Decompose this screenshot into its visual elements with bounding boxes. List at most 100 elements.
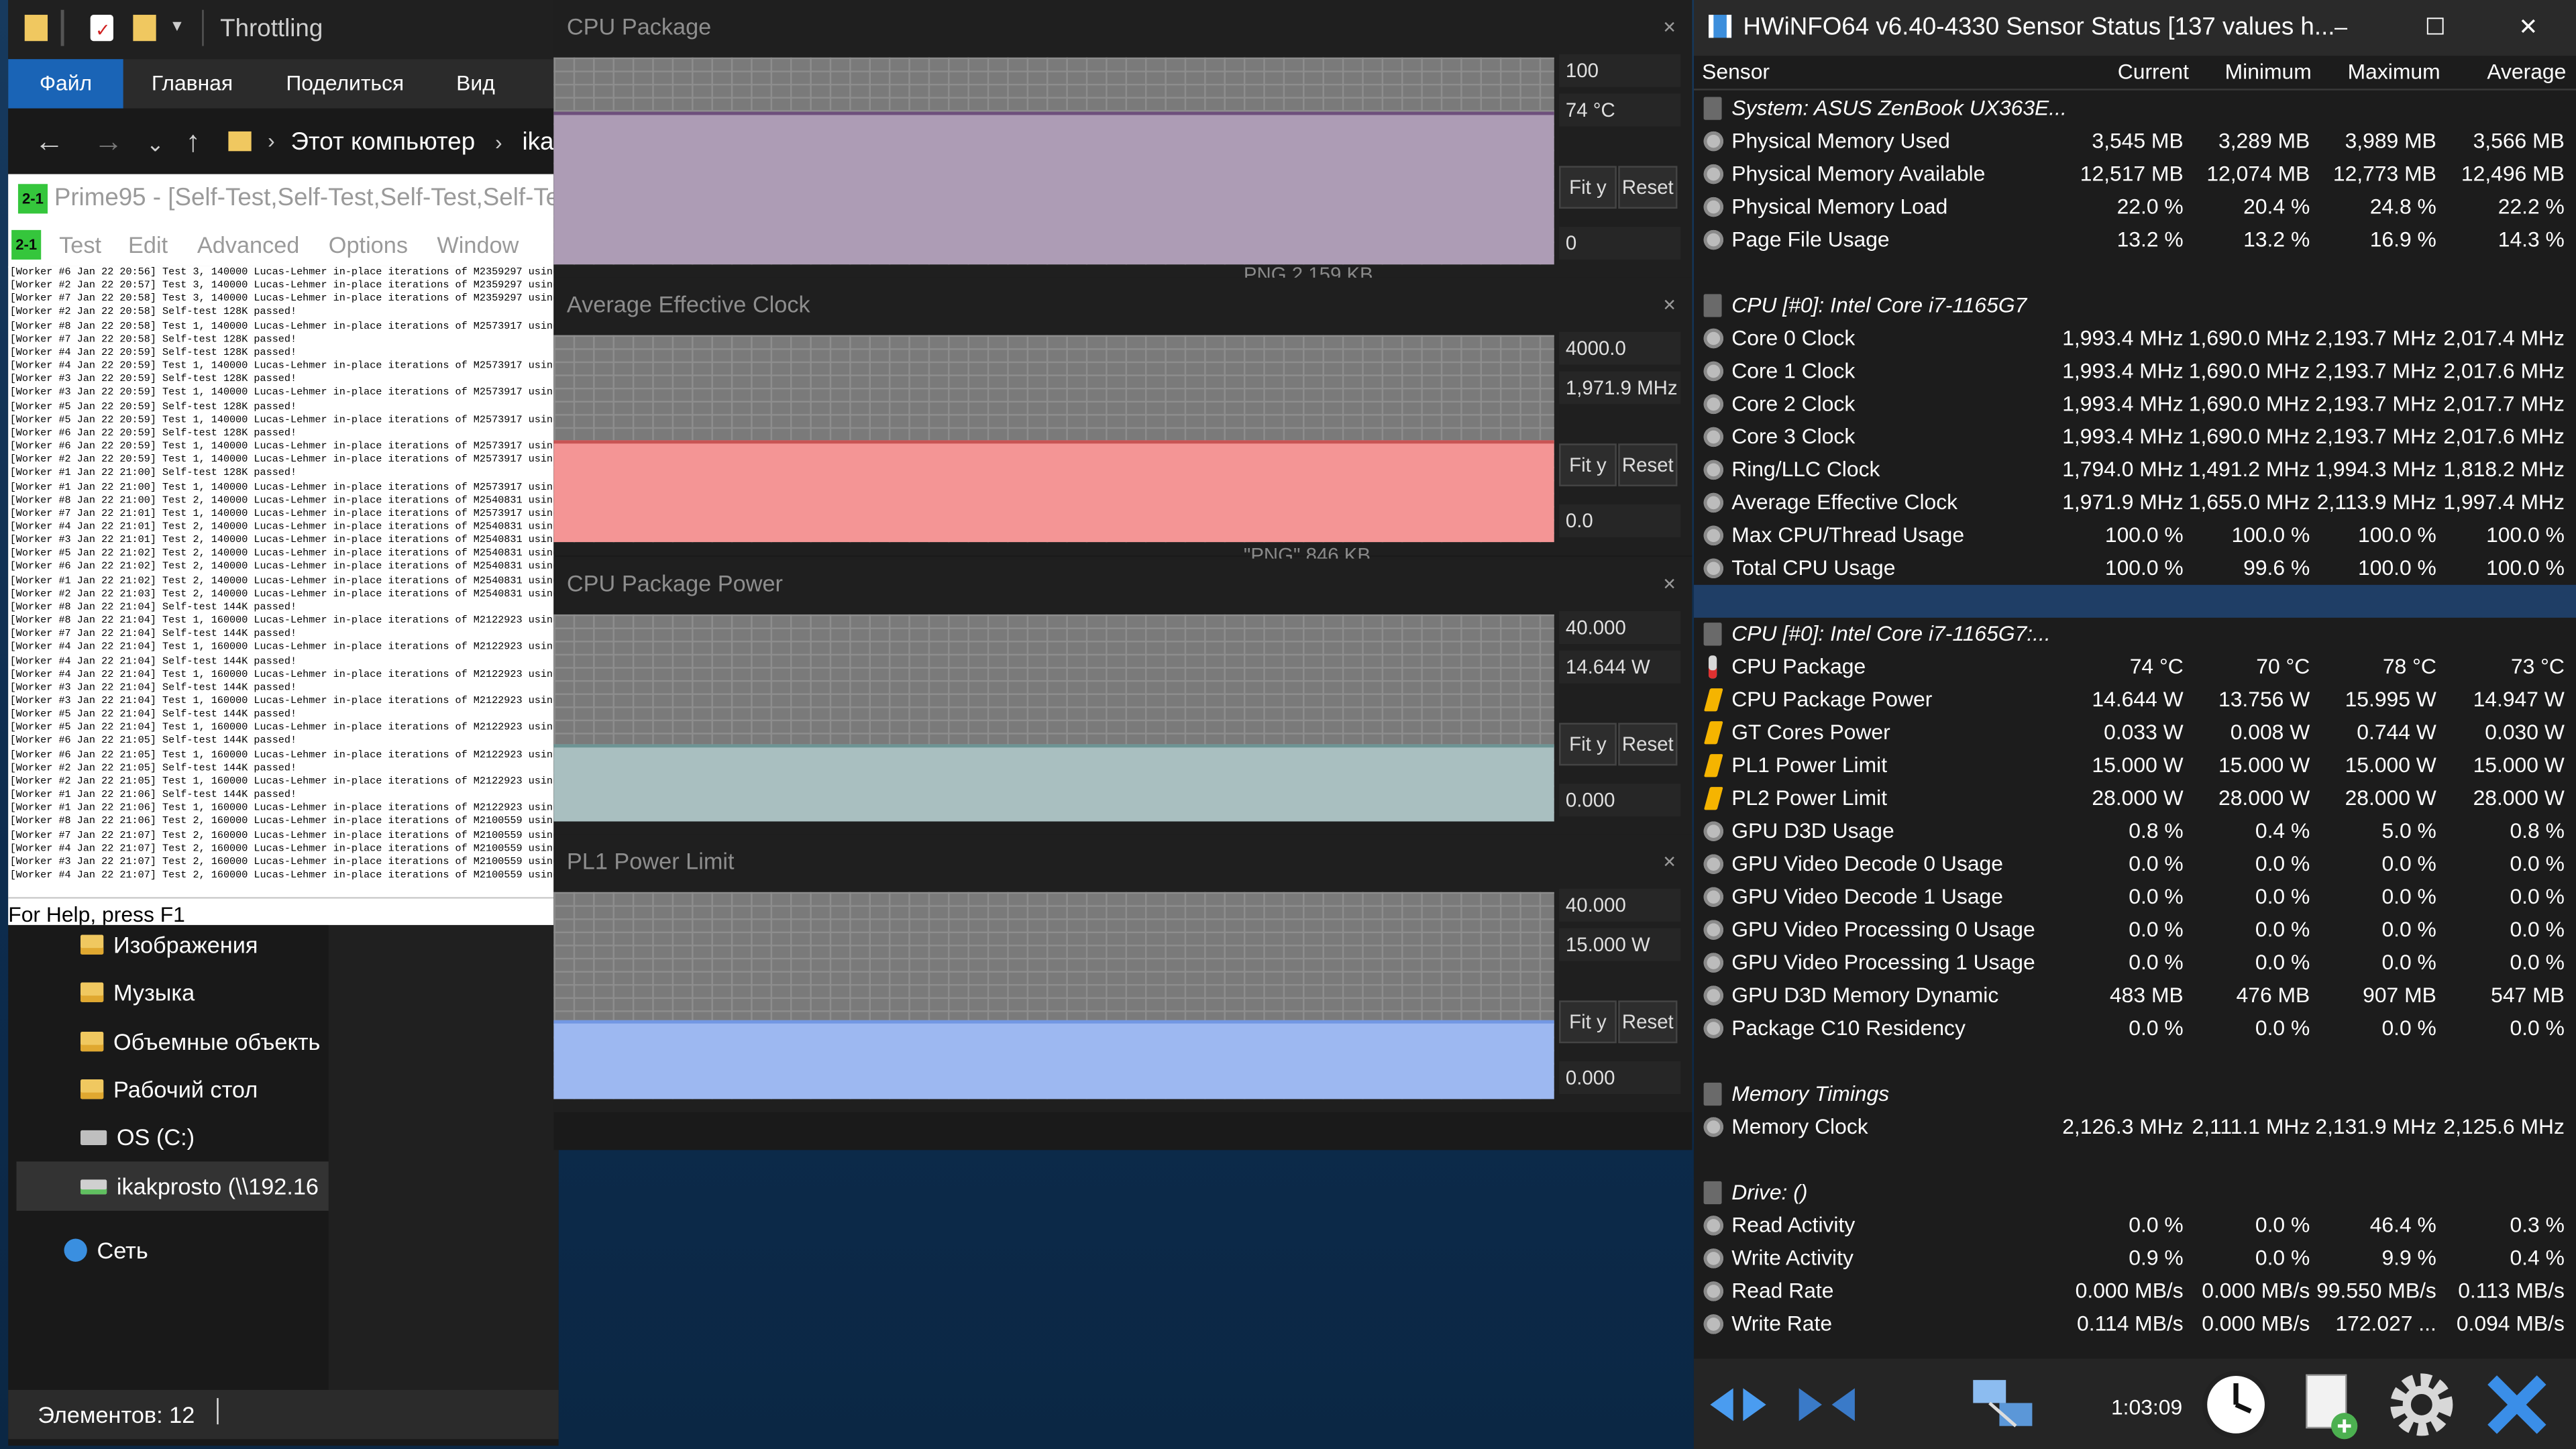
graph-max-value[interactable]: 100 bbox=[1559, 54, 1681, 87]
menu-advanced[interactable]: Advanced bbox=[197, 231, 300, 258]
new-folder-icon[interactable] bbox=[133, 15, 156, 42]
worker-log[interactable]: [Worker #6 Jan 22 20:56] Test 3, 140000 … bbox=[8, 266, 554, 898]
column-header-maximum[interactable]: Maximum bbox=[2348, 59, 2440, 84]
sensor-group-header[interactable]: CPU [#0]: Intel Core i7-1165G7 bbox=[1694, 289, 2576, 322]
graph-min-value[interactable]: 0.000 bbox=[1559, 1061, 1681, 1095]
chevron-down-icon[interactable]: ▾ bbox=[172, 15, 182, 36]
close-icon[interactable]: ✕ bbox=[1662, 577, 1676, 595]
sensor-row[interactable]: GPU Video Processing 0 Usage 0.0 % 0.0 % 0.… bbox=[1694, 914, 2576, 947]
sensor-row[interactable]: GPU D3D Usage 0.8 % 0.4 % 5.0 % 0.8 % bbox=[1694, 815, 2576, 848]
sensor-row[interactable]: Write Rate 0.114 MB/s 0.000 MB/s 172.027 ..… bbox=[1694, 1307, 2576, 1340]
prime95-titlebar[interactable]: 2-1 Prime95 - [Self-Test,Self-Test,Self-… bbox=[8, 174, 554, 224]
hwinfo-titlebar[interactable]: HWiNFO64 v6.40-4330 Sensor Status [137 v… bbox=[1693, 0, 2576, 56]
sensor-row[interactable]: PL1 Power Limit 15.000 W 15.000 W 15.000 W 1… bbox=[1694, 749, 2576, 782]
fit-y-button[interactable]: Fit y bbox=[1559, 443, 1617, 486]
sensor-row[interactable]: Page File Usage 13.2 % 13.2 % 16.9 % 14.3 % bbox=[1694, 223, 2576, 256]
sensor-row[interactable]: Core 0 Clock 1,993.4 MHz 1,690.0 MHz 2,193.… bbox=[1694, 322, 2576, 355]
graph-max-value[interactable]: 4000.0 bbox=[1559, 331, 1681, 365]
explorer-titlebar[interactable]: ✓ ▾ Throttling bbox=[8, 0, 559, 60]
minimize-icon[interactable]: – bbox=[2334, 13, 2347, 40]
menu-window[interactable]: Window bbox=[437, 231, 519, 258]
sensor-row[interactable]: Max CPU/Thread Usage 100.0 % 100.0 % 100.0 … bbox=[1694, 519, 2576, 552]
sensor-row[interactable]: Physical Memory Available 12,517 MB 12,074… bbox=[1694, 158, 2576, 191]
log-report-icon[interactable] bbox=[2292, 1367, 2367, 1443]
reset-button[interactable]: Reset bbox=[1618, 443, 1678, 486]
arrows-left-right-icon[interactable] bbox=[1704, 1367, 1773, 1443]
forward-arrow-icon[interactable]: → bbox=[94, 125, 123, 159]
gear-icon[interactable] bbox=[2383, 1367, 2459, 1443]
sensor-row[interactable]: Physical Memory Used 3,545 MB 3,289 MB 3,98… bbox=[1694, 125, 2576, 158]
close-icon[interactable]: ✕ bbox=[1662, 297, 1676, 315]
reset-button[interactable]: Reset bbox=[1618, 722, 1678, 766]
sensor-group-header[interactable]: Memory Timings bbox=[1694, 1078, 2576, 1111]
fit-y-button[interactable]: Fit y bbox=[1559, 166, 1617, 209]
fit-y-button[interactable]: Fit y bbox=[1559, 1000, 1617, 1044]
sensor-group-header[interactable]: CPU [#0]: Intel Core i7-1165G7:... bbox=[1694, 618, 2576, 651]
menu-options[interactable]: Options bbox=[329, 231, 408, 258]
sensor-row[interactable]: CPU Package 74 °C 70 °C 78 °C 73 °C bbox=[1694, 651, 2576, 684]
tab-view[interactable]: Вид bbox=[439, 59, 513, 108]
fit-y-button[interactable]: Fit y bbox=[1559, 722, 1617, 766]
maximize-icon[interactable]: ☐ bbox=[2425, 13, 2446, 42]
sensor-row[interactable]: PL2 Power Limit 28.000 W 28.000 W 28.000 W 2… bbox=[1694, 782, 2576, 815]
recent-chevron-icon[interactable]: ⌄ bbox=[146, 131, 164, 158]
reset-button[interactable]: Reset bbox=[1618, 166, 1678, 209]
breadcrumb[interactable]: Этот компьютер › ikak bbox=[290, 128, 566, 156]
up-arrow-icon[interactable]: ↑ bbox=[186, 125, 201, 159]
sensor-row[interactable]: Core 2 Clock 1,993.4 MHz 1,690.0 MHz 2,193.… bbox=[1694, 388, 2576, 421]
nav-item-network[interactable]: Сеть bbox=[64, 1227, 148, 1273]
sensor-group-header[interactable]: System: ASUS ZenBook UX363E... bbox=[1694, 92, 2576, 125]
column-header-minimum[interactable]: Minimum bbox=[2222, 59, 2312, 84]
close-icon[interactable]: ✕ bbox=[1662, 854, 1676, 872]
tab-home[interactable]: Главная bbox=[143, 59, 241, 108]
sensor-row[interactable]: GPU Video Processing 1 Usage 0.0 % 0.0 % 0.… bbox=[1694, 947, 2576, 979]
close-icon[interactable]: ✕ bbox=[2518, 13, 2538, 42]
back-arrow-icon[interactable]: ← bbox=[34, 125, 64, 159]
graph-max-value[interactable]: 40.000 bbox=[1559, 888, 1681, 922]
properties-icon[interactable]: ✓ bbox=[90, 15, 113, 41]
sensor-row[interactable]: GT Cores Power 0.033 W 0.008 W 0.744 W 0.030… bbox=[1694, 716, 2576, 749]
nav-item-pictures[interactable]: Изображения bbox=[80, 922, 258, 968]
sensor-row[interactable]: Physical Memory Load 22.0 % 20.4 % 24.8 % 22… bbox=[1694, 191, 2576, 223]
sensor-row[interactable]: Memory Clock 2,126.3 MHz 2,111.1 MHz 2,131.… bbox=[1694, 1111, 2576, 1144]
graph-min-value[interactable]: 0.0 bbox=[1559, 504, 1681, 537]
nav-item-desktop[interactable]: Рабочий стол bbox=[80, 1066, 258, 1112]
sensor-row[interactable]: Write Activity 0.9 % 0.0 % 9.9 % 0.4 % bbox=[1694, 1242, 2576, 1275]
prime95-logo-icon[interactable]: 2-1 bbox=[11, 229, 42, 260]
column-header-sensor[interactable]: Sensor bbox=[1702, 59, 1770, 84]
sensor-row[interactable]: GPU Video Decode 0 Usage 0.0 % 0.0 % 0.0 % 0… bbox=[1694, 848, 2576, 881]
graph-max-value[interactable]: 40.000 bbox=[1559, 611, 1681, 645]
column-header-current[interactable]: Current bbox=[2118, 59, 2189, 84]
menu-edit[interactable]: Edit bbox=[128, 231, 168, 258]
arrows-collapse-icon[interactable] bbox=[1792, 1367, 1862, 1443]
sensor-row[interactable]: Read Activity 0.0 % 0.0 % 46.4 % 0.3 % bbox=[1694, 1209, 2576, 1242]
sensor-row[interactable]: Core 1 Clock 1,993.4 MHz 1,690.0 MHz 2,193.… bbox=[1694, 355, 2576, 388]
sensor-row[interactable]: Core 3 Clock 1,993.4 MHz 1,690.0 MHz 2,193.… bbox=[1694, 421, 2576, 453]
sensor-row[interactable]: GPU D3D Memory Dynamic 483 MB 476 MB 907 MB… bbox=[1694, 979, 2576, 1012]
sensor-row[interactable]: CPU Package Power 14.644 W 13.756 W 15.995 … bbox=[1694, 684, 2576, 716]
clock-icon[interactable] bbox=[2198, 1367, 2274, 1443]
nav-item-3d-objects[interactable]: Объемные объекть bbox=[80, 1018, 320, 1065]
sensor-row[interactable]: Ring/LLC Clock 1,794.0 MHz 1,491.2 MHz 1,99… bbox=[1694, 453, 2576, 486]
nav-item-music[interactable]: Музыка bbox=[80, 969, 195, 1016]
network-sensors-icon[interactable] bbox=[1966, 1367, 2042, 1443]
sensor-group-header[interactable]: Drive: () bbox=[1694, 1176, 2576, 1209]
column-header-average[interactable]: Average bbox=[2474, 59, 2566, 84]
tab-file[interactable]: Файл bbox=[8, 59, 123, 109]
sensor-row[interactable]: Average Effective Clock 1,971.9 MHz 1,655.… bbox=[1694, 486, 2576, 519]
tab-share[interactable]: Поделиться bbox=[271, 59, 419, 108]
selected-row[interactable] bbox=[1693, 584, 2576, 618]
sensor-row[interactable]: Read Rate 0.000 MB/s 0.000 MB/s 99.550 MB/s… bbox=[1694, 1275, 2576, 1307]
graph-min-value[interactable]: 0 bbox=[1559, 226, 1681, 260]
menu-test[interactable]: Test bbox=[59, 231, 101, 258]
graph-min-value[interactable]: 0.000 bbox=[1559, 784, 1681, 817]
reset-button[interactable]: Reset bbox=[1618, 1000, 1678, 1044]
breadcrumb-item[interactable]: Этот компьютер bbox=[290, 128, 475, 156]
nav-item-network-drive[interactable]: ikakprosto (\\192.16 bbox=[80, 1163, 319, 1210]
sensor-row[interactable]: Total CPU Usage 100.0 % 99.6 % 100.0 % 100.0… bbox=[1694, 552, 2576, 585]
nav-item-os-drive[interactable]: OS (C:) bbox=[80, 1114, 195, 1160]
close-icon[interactable]: ✕ bbox=[1662, 19, 1676, 38]
sensor-row[interactable]: Package C10 Residency 0.0 % 0.0 % 0.0 % 0.0 … bbox=[1694, 1012, 2576, 1045]
sensor-row[interactable]: GPU Video Decode 1 Usage 0.0 % 0.0 % 0.0 % 0… bbox=[1694, 881, 2576, 914]
close-sensors-icon[interactable] bbox=[2479, 1367, 2555, 1443]
